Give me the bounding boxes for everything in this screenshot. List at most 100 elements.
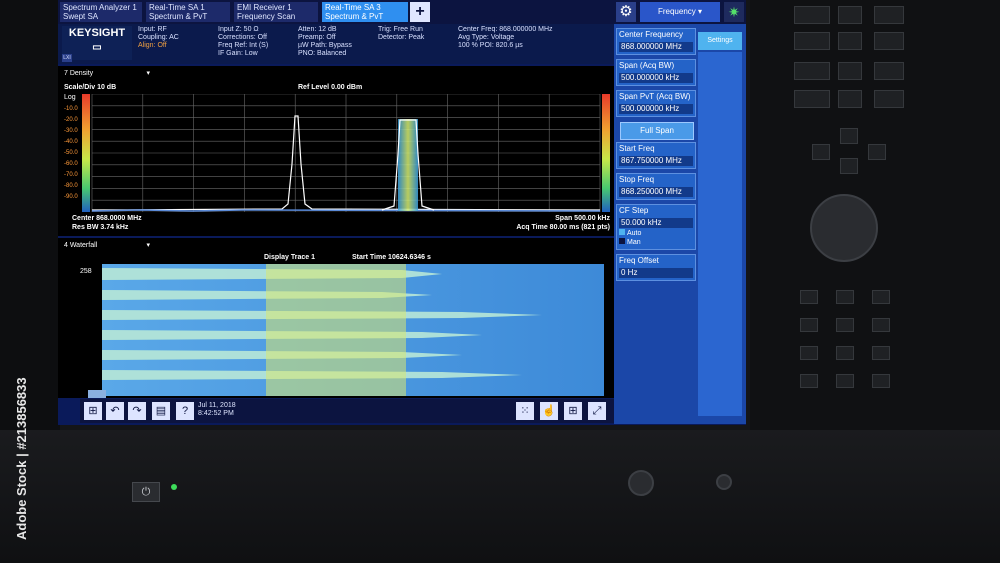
start-freq-field[interactable]: 867.750000 MHz xyxy=(619,156,693,166)
waterfall-window[interactable]: 4 Waterfall ▾ Display Trace 1 Start Time… xyxy=(58,238,614,398)
poi-value: 100 % POI: 820.6 µs xyxy=(458,42,523,49)
span-label: Span 500.00 kHz xyxy=(555,215,610,222)
trigger-settings[interactable]: Trig: Free Run Detector: Peak xyxy=(378,26,424,42)
cf-step-key[interactable]: CF Step 50.000 kHz Auto Man xyxy=(616,204,696,250)
center-frequency-field[interactable]: 868.000000 MHz xyxy=(619,42,693,52)
center-frequency-key[interactable]: Center Frequency 868.000000 MHz xyxy=(616,28,696,55)
corrections-value: Corrections: Off xyxy=(218,34,267,41)
start-time-label: Start Time 10624.6346 s xyxy=(352,254,431,261)
add-tab-button[interactable]: + xyxy=(410,2,430,22)
undo-icon[interactable]: ↶ xyxy=(106,402,124,420)
analyzer-screen: Spectrum Analyzer 1 Swept SA Real-Time SA… xyxy=(58,0,746,425)
numpad-key[interactable] xyxy=(800,374,818,388)
waterfall-y-top: 258 xyxy=(80,268,92,275)
front-key[interactable] xyxy=(874,32,904,50)
touch-icon[interactable]: ☝ xyxy=(540,402,558,420)
waterfall-signal-band xyxy=(266,264,406,396)
front-key[interactable] xyxy=(874,90,904,108)
front-key[interactable] xyxy=(874,62,904,80)
probe-port xyxy=(716,474,732,490)
front-key[interactable] xyxy=(838,32,862,50)
settings-gear-icon[interactable]: ⚙ xyxy=(616,2,636,22)
cf-step-field[interactable]: 50.000 kHz xyxy=(619,218,693,228)
span-pvt-field[interactable]: 500.000000 kHz xyxy=(619,104,693,114)
y-tick: -90.0 xyxy=(64,194,78,200)
numpad-key[interactable] xyxy=(836,346,854,360)
tab-emi-receiver[interactable]: EMI Receiver 1 Frequency Scan xyxy=(234,2,318,22)
cf-man-option[interactable]: Man xyxy=(619,238,693,247)
numpad-key[interactable] xyxy=(872,374,890,388)
arrow-right-key[interactable] xyxy=(868,144,886,160)
stop-freq-key[interactable]: Stop Freq 868.250000 MHz xyxy=(616,173,696,200)
softkey-label: Start Freq xyxy=(619,144,655,153)
stop-freq-field[interactable]: 868.250000 MHz xyxy=(619,187,693,197)
density-window[interactable]: 7 Density ▾ Scale/Div 10 dB Ref Level 0.… xyxy=(58,66,614,236)
folder-icon[interactable]: ▤ xyxy=(152,402,170,420)
front-key[interactable] xyxy=(838,6,862,24)
numpad-key[interactable] xyxy=(872,346,890,360)
freq-offset-key[interactable]: Freq Offset 0 Hz xyxy=(616,254,696,281)
window-selector-waterfall[interactable]: 4 Waterfall ▾ xyxy=(62,240,154,251)
chevron-down-icon: ▾ xyxy=(146,242,150,249)
radio-icon xyxy=(619,238,625,244)
numpad-key[interactable] xyxy=(836,290,854,304)
menu-select-dropdown[interactable]: Frequency ▾ xyxy=(640,2,720,22)
burst-density-2 xyxy=(398,119,418,211)
tab-settings[interactable]: Settings xyxy=(698,32,742,50)
start-freq-key[interactable]: Start Freq 867.750000 MHz xyxy=(616,142,696,169)
y-axis-ticks: -10.0 -20.0 -30.0 -40.0 -50.0 -60.0 -70.… xyxy=(64,104,82,203)
numpad-key[interactable] xyxy=(836,374,854,388)
cf-auto-label: Auto xyxy=(627,230,642,237)
front-key[interactable] xyxy=(794,62,830,80)
fullscreen-icon[interactable]: ⤢ xyxy=(588,402,606,420)
y-tick: -50.0 xyxy=(64,150,78,156)
numpad-key[interactable] xyxy=(836,318,854,332)
span-field[interactable]: 500.000000 kHz xyxy=(619,73,693,83)
numpad-key[interactable] xyxy=(800,346,818,360)
tab-subtitle: Swept SA xyxy=(63,12,99,21)
brand-text: KEYSIGHT xyxy=(68,27,126,39)
help-icon[interactable]: ? xyxy=(176,402,194,420)
front-key[interactable] xyxy=(794,6,830,24)
redo-icon[interactable]: ↷ xyxy=(128,402,146,420)
front-key[interactable] xyxy=(838,62,862,80)
softkey-label: Freq Offset xyxy=(619,256,659,265)
tab-real-time-sa-3[interactable]: Real-Time SA 3 Spectrum & PvT xyxy=(322,2,408,22)
menu-select-label: Frequency xyxy=(657,7,696,16)
window-selector-density[interactable]: 7 Density ▾ xyxy=(62,68,154,79)
radio-icon xyxy=(619,229,625,235)
rotary-knob[interactable] xyxy=(810,194,878,262)
input-z-value: Input Z: 50 Ω xyxy=(218,26,259,33)
reference-settings[interactable]: Input Z: 50 Ω Corrections: Off Freq Ref:… xyxy=(218,26,268,58)
numpad-key[interactable] xyxy=(872,290,890,304)
apps-grid-icon[interactable]: ⁙ xyxy=(516,402,534,420)
arrow-left-key[interactable] xyxy=(812,144,830,160)
y-tick: -20.0 xyxy=(64,117,78,123)
power-button[interactable]: ⏻ xyxy=(132,482,160,502)
span-acq-bw-key[interactable]: Span (Acq BW) 500.000000 kHz xyxy=(616,59,696,86)
arrow-up-key[interactable] xyxy=(840,128,858,144)
attenuation-settings[interactable]: Atten: 12 dB Preamp: Off µW Path: Bypass… xyxy=(298,26,352,58)
frequency-settings[interactable]: Center Freq: 868.000000 MHz Avg Type: Vo… xyxy=(458,26,553,50)
front-key[interactable] xyxy=(874,6,904,24)
numpad-key[interactable] xyxy=(872,318,890,332)
full-span-button[interactable]: Full Span xyxy=(620,122,694,140)
window-layout-icon[interactable]: ⊞ xyxy=(564,402,582,420)
waterfall-scroll-handle[interactable] xyxy=(88,390,106,398)
numpad-key[interactable] xyxy=(800,290,818,304)
input-settings[interactable]: Input: RF Coupling: AC Align: Off xyxy=(138,26,179,50)
numpad-key[interactable] xyxy=(800,318,818,332)
arrow-down-key[interactable] xyxy=(840,158,858,174)
tab-swept-sa[interactable]: Spectrum Analyzer 1 Swept SA xyxy=(60,2,142,22)
cf-auto-option[interactable]: Auto xyxy=(619,229,693,238)
windows-icon[interactable]: ⊞ xyxy=(84,402,102,420)
tab-subtitle: Spectrum & PvT xyxy=(149,12,208,21)
freq-offset-field[interactable]: 0 Hz xyxy=(619,268,693,278)
front-key[interactable] xyxy=(794,32,830,50)
cf-step-mode[interactable]: Auto Man xyxy=(619,229,693,247)
front-key[interactable] xyxy=(794,90,830,108)
color-scale-left xyxy=(82,94,90,212)
front-key[interactable] xyxy=(838,90,862,108)
tab-real-time-sa-1[interactable]: Real-Time SA 1 Spectrum & PvT xyxy=(146,2,230,22)
span-pvt-key[interactable]: Span PvT (Acq BW) 500.000000 kHz xyxy=(616,90,696,117)
